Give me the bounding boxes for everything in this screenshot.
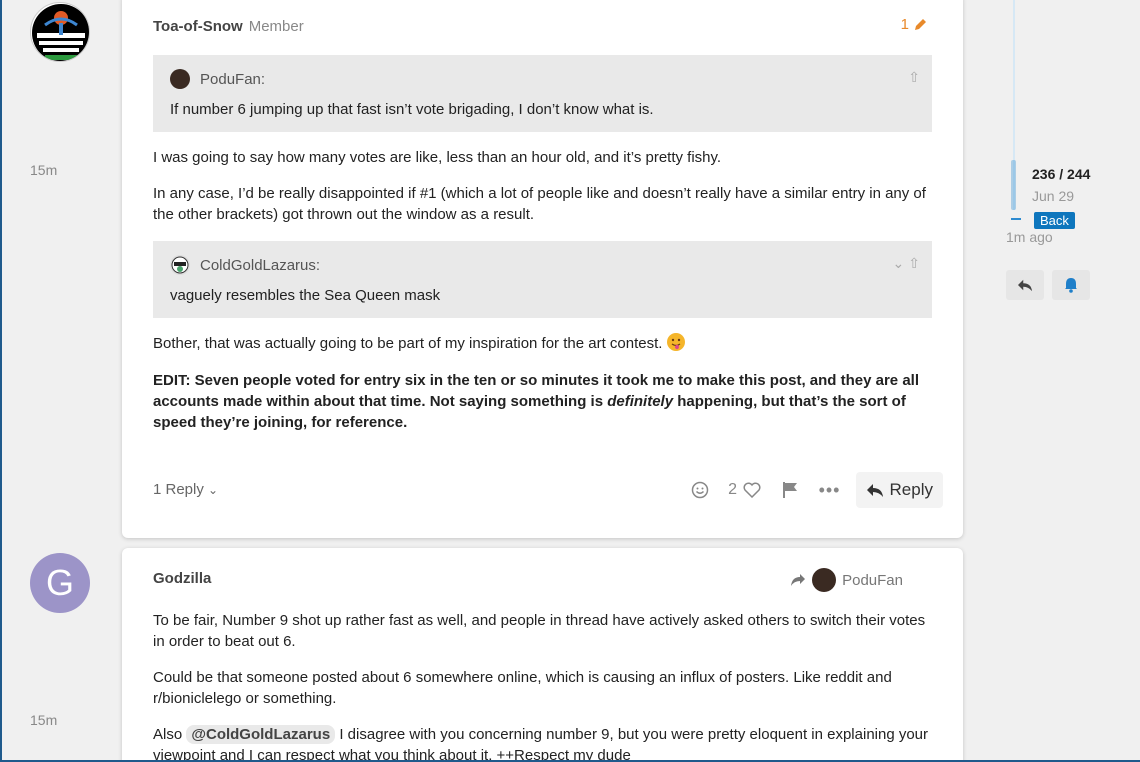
post-author[interactable]: Toa-of-Snow Member	[153, 18, 304, 35]
quote-author: PoduFan:	[200, 70, 266, 88]
ellipsis-icon: •••	[818, 479, 841, 500]
reply-arrow-icon	[1018, 279, 1032, 292]
share-arrow-icon	[791, 574, 806, 586]
edit-note: EDIT: Seven people voted for entry six i…	[153, 370, 938, 433]
post-card: Godzilla PoduFan To be fair, Number 9 sh…	[122, 548, 963, 762]
like-button[interactable]: 2	[720, 472, 770, 508]
chevron-down-icon: ⌄	[208, 483, 219, 497]
quote-text: vaguely resembles the Sea Queen mask	[170, 287, 441, 304]
quote-avatar	[170, 255, 190, 275]
timeline-last-read-marker	[1011, 218, 1021, 220]
heart-icon	[743, 482, 761, 498]
drooling-emoji-icon	[666, 333, 685, 351]
author-role: Member	[248, 18, 304, 35]
quote-block: PoduFan: ⇧ If number 6 jumping up that f…	[153, 55, 932, 132]
window-left-edge	[0, 0, 2, 762]
flag-icon	[782, 482, 797, 498]
quote-author: ColdGoldLazarus:	[200, 256, 321, 274]
quote-header[interactable]: PoduFan:	[170, 69, 265, 89]
reply-to-tab[interactable]: PoduFan	[790, 568, 903, 592]
post-paragraph: Also @ColdGoldLazarus I disagree with yo…	[153, 724, 938, 762]
paragraph-text: Bother, that was actually going to be pa…	[153, 335, 663, 352]
post-time[interactable]: 15m	[30, 712, 57, 728]
reply-button[interactable]: Reply	[855, 472, 943, 508]
post-time[interactable]: 15m	[30, 162, 57, 178]
author-username[interactable]: Toa-of-Snow	[153, 18, 243, 35]
replies-count: 1 Reply	[153, 481, 204, 498]
timeline-back-button[interactable]: Back	[1034, 212, 1075, 229]
post-card: Toa-of-Snow Member 1 PoduFan: ⇧ If number…	[122, 0, 963, 538]
smiley-icon	[691, 481, 708, 499]
user-mention[interactable]: @ColdGoldLazarus	[186, 725, 336, 744]
timeline-reply-button[interactable]	[1006, 270, 1044, 300]
reply-arrow-icon	[866, 484, 883, 497]
flag-button[interactable]	[770, 472, 810, 508]
timeline-date: Jun 29	[1032, 188, 1075, 204]
author-avatar[interactable]	[30, 2, 90, 62]
edit-count: 1	[900, 16, 909, 33]
paragraph-text: Also	[153, 726, 187, 743]
show-replies-button[interactable]: 1 Reply ⌄	[153, 481, 218, 498]
post-paragraph: Bother, that was actually going to be pa…	[153, 333, 938, 354]
bell-icon	[1065, 278, 1077, 293]
timeline-scroll-handle[interactable]	[1011, 160, 1016, 210]
timeline-position: 236 / 244	[1032, 166, 1091, 182]
edit-note-emphasis: definitely	[607, 393, 674, 410]
reply-label: Reply	[889, 480, 933, 499]
timeline-last-activity[interactable]: 1m ago	[1006, 229, 1053, 245]
post-paragraph: In any case, I’d be really disappointed …	[153, 185, 926, 223]
quote-text: If number 6 jumping up that fast isn’t v…	[170, 101, 654, 118]
post-paragraph: I was going to say how many votes are li…	[153, 149, 722, 166]
reply-to-avatar	[812, 568, 837, 592]
topic-page: 15m Toa-of-Snow Member 1 PoduFan: ⇧ If nu…	[0, 0, 1140, 762]
arrow-up-icon[interactable]: ⇧	[908, 255, 920, 272]
like-count: 2	[728, 481, 737, 498]
topic-timeline: 236 / 244 Jun 29 Back 1m ago	[1004, 0, 1140, 762]
pencil-icon	[915, 18, 926, 30]
post-paragraph: Could be that someone posted about 6 som…	[153, 669, 892, 707]
author-avatar[interactable]: G	[30, 553, 90, 613]
edit-history-button[interactable]: 1	[901, 16, 927, 33]
notifications-button[interactable]	[1052, 270, 1090, 300]
avatar-letter: G	[45, 562, 74, 603]
quote-block: ColdGoldLazarus: ⌄ ⇧ vaguely resembles t…	[153, 241, 932, 318]
post-author[interactable]: Godzilla	[153, 570, 211, 587]
quote-avatar	[170, 69, 190, 89]
post-controls: 1 Reply ⌄ 2 ••• Reply	[153, 472, 943, 508]
arrow-up-icon[interactable]: ⇧	[908, 69, 920, 86]
post-paragraph: To be fair, Number 9 shot up rather fast…	[153, 612, 926, 650]
quote-header[interactable]: ColdGoldLazarus:	[170, 255, 320, 275]
reply-to-username: PoduFan	[842, 571, 903, 589]
add-reaction-button[interactable]	[680, 472, 720, 508]
more-options-button[interactable]: •••	[810, 472, 850, 508]
chevron-down-icon[interactable]: ⌄	[893, 255, 905, 272]
